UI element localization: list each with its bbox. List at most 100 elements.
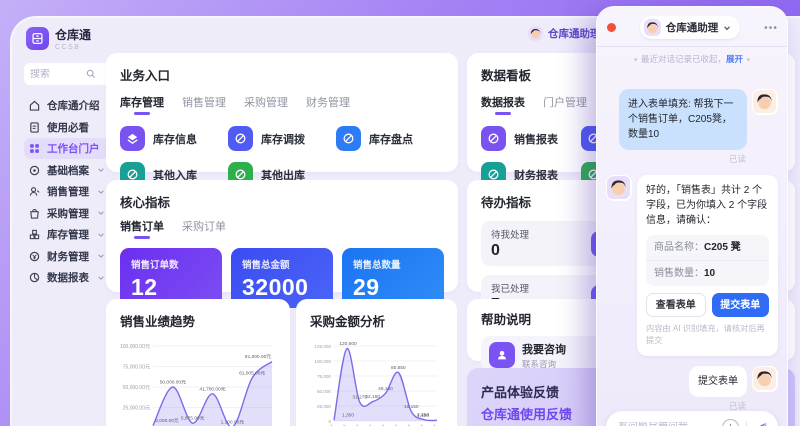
sidebar-item-purchase[interactable]: 采购管理 (24, 203, 110, 224)
tab-inventory-mgmt[interactable]: 库存管理 (120, 94, 164, 115)
sidebar-item-label: 仓库通介绍 (47, 98, 100, 113)
user-message: 进入表单填充: 帮我下一个销售订单，C205凳，数量10 (606, 89, 778, 150)
chevron-down-icon (97, 231, 105, 239)
expand-link[interactable]: 展开 (726, 54, 743, 64)
entry-item-inventory-transfer[interactable]: 库存调拨 (228, 126, 336, 151)
assistant-avatar (606, 175, 632, 201)
svg-text:75,000.00元: 75,000.00元 (123, 364, 150, 370)
sidebar-item-label: 使用必看 (47, 120, 89, 135)
chat-panel: 仓库通助理 ✦ 最近对话记录已收起，展开 ✦ 进入表单填充: 帮我下一个销售订单… (596, 6, 788, 426)
sidebar-item-label: 工作台门户 (47, 141, 100, 156)
entry-item-label: 库存信息 (153, 131, 197, 147)
sparkle-icon: ✦ (633, 57, 639, 64)
read-status: 已读 (606, 153, 746, 165)
chat-header: 仓库通助理 (597, 7, 787, 46)
purchase-analysis-card: 采购金额分析 125,000100,00075,00050,00025,0000… (296, 299, 457, 426)
metric-value: 29 (353, 274, 433, 301)
form-row: 商品名称：C205 凳 (646, 235, 769, 260)
chevron-down-icon (97, 274, 105, 282)
assistant-entry-label: 仓库通助理 (548, 26, 601, 41)
entry-item-label: 库存调拨 (261, 131, 305, 147)
sidebar-item-basic-archive[interactable]: 基础档案 (24, 160, 110, 181)
business-entry-card: 业务入口 库存管理 销售管理 采购管理 财务管理 库存信息 库存调拨 库存盘点 … (106, 53, 458, 172)
svg-text:75,000: 75,000 (317, 374, 331, 379)
sidebar-search (24, 63, 110, 85)
sidebar-item-label: 财务管理 (47, 249, 89, 264)
tab-sales-mgmt[interactable]: 销售管理 (182, 94, 226, 115)
document-icon (29, 122, 41, 133)
metric-label: 销售总数量 (353, 257, 433, 271)
submit-form-button[interactable]: 提交表单 (712, 293, 770, 317)
tab-purchase-mgmt[interactable]: 采购管理 (244, 94, 288, 115)
sidebar-item-guide[interactable]: 使用必看 (24, 117, 110, 138)
close-icon[interactable] (607, 23, 616, 32)
view-form-button[interactable]: 查看表单 (646, 293, 706, 317)
sidebar-item-finance[interactable]: 财务管理 (24, 246, 110, 267)
chevron-down-icon (97, 166, 105, 174)
coin-icon (29, 251, 41, 262)
svg-text:3,000.00元: 3,000.00元 (155, 418, 179, 424)
app-subtitle: CCSB (55, 44, 91, 51)
sidebar-item-reports[interactable]: 数据报表 (24, 267, 110, 288)
bag-icon (29, 208, 41, 219)
svg-text:41,700.00元: 41,700.00元 (199, 386, 225, 392)
purchase-analysis-chart: 125,000100,00075,00050,00025,00001,35012… (310, 336, 445, 426)
search-icon (86, 69, 96, 79)
metric-label: 销售总金额 (242, 257, 322, 271)
core-metrics-tabs: 销售订单 采购订单 (120, 218, 444, 239)
tab-purchase-order[interactable]: 采购订单 (182, 218, 226, 239)
user-avatar (752, 366, 778, 392)
person-icon (29, 186, 41, 197)
chevron-down-icon (97, 188, 105, 196)
metric-value: 12 (131, 274, 211, 301)
message-bubble: 提交表单 (689, 366, 747, 397)
more-menu-icon[interactable] (764, 25, 777, 30)
sidebar-item-label: 销售管理 (47, 184, 89, 199)
sidebar: 仓库通 CCSB 仓库通介绍 使用必看 工作台门户 (24, 26, 110, 289)
search-input[interactable] (30, 69, 86, 80)
add-icon[interactable] (722, 419, 739, 426)
form-preview: 商品名称：C205 凳 销售数量：10 (646, 235, 769, 286)
entry-item-label: 库存盘点 (369, 131, 413, 147)
message-bubble: 好的，「销售表」共计 2 个字段，已为你填入 2 个字段信息，请确认： 商品名称… (637, 175, 778, 356)
svg-text:50,000.00元: 50,000.00元 (160, 380, 186, 386)
sidebar-item-intro[interactable]: 仓库通介绍 (24, 95, 110, 116)
svg-text:120,600: 120,600 (339, 341, 357, 347)
tab-portal-mgmt[interactable]: 门户管理 (543, 94, 587, 115)
form-value: 10 (704, 268, 715, 279)
sidebar-item-sales[interactable]: 销售管理 (24, 181, 110, 202)
app-name: 仓库通 (55, 26, 91, 43)
svg-text:100,000.00元: 100,000.00元 (120, 344, 150, 350)
entry-item-label: 销售报表 (514, 131, 558, 147)
svg-text:81,000.00元: 81,000.00元 (245, 354, 271, 360)
card-title: 核心指标 (120, 192, 444, 211)
assistant-entry-button[interactable]: 仓库通助理 (528, 26, 601, 41)
chat-title: 仓库通助理 (666, 20, 719, 35)
svg-text:16,150: 16,150 (404, 404, 419, 410)
svg-text:5,875.00元: 5,875.00元 (181, 416, 205, 422)
sparkle-icon: ✦ (745, 57, 751, 64)
svg-text:1,100: 1,100 (417, 413, 429, 419)
chat-input[interactable] (618, 422, 722, 426)
form-row: 销售数量：10 (646, 260, 769, 286)
entry-item-inventory-check[interactable]: 库存盘点 (336, 126, 444, 151)
entry-item-inventory-info[interactable]: 库存信息 (120, 126, 228, 151)
tab-finance-mgmt[interactable]: 财务管理 (306, 94, 350, 115)
metric-label: 销售订单数 (131, 257, 211, 271)
chart-title: 采购金额分析 (310, 311, 443, 330)
tab-data-report[interactable]: 数据报表 (481, 94, 525, 115)
box-icon (120, 126, 145, 151)
board-item-sales-report[interactable]: 销售报表 (481, 126, 581, 151)
form-label: 销售数量： (654, 268, 704, 279)
archive-icon (29, 165, 41, 176)
svg-text:125,000: 125,000 (314, 344, 331, 349)
tab-sales-order[interactable]: 销售订单 (120, 218, 164, 239)
sidebar-item-label: 基础档案 (47, 163, 89, 178)
assistant-selector[interactable]: 仓库通助理 (640, 16, 741, 39)
boxes-icon (29, 229, 41, 240)
send-icon[interactable] (754, 420, 769, 426)
sidebar-item-workbench[interactable]: 工作台门户 (24, 138, 110, 159)
sidebar-item-inventory[interactable]: 库存管理 (24, 224, 110, 245)
chart-icon (29, 272, 41, 283)
business-entry-grid: 库存信息 库存调拨 库存盘点 其他入库 其他出库 (120, 126, 444, 187)
